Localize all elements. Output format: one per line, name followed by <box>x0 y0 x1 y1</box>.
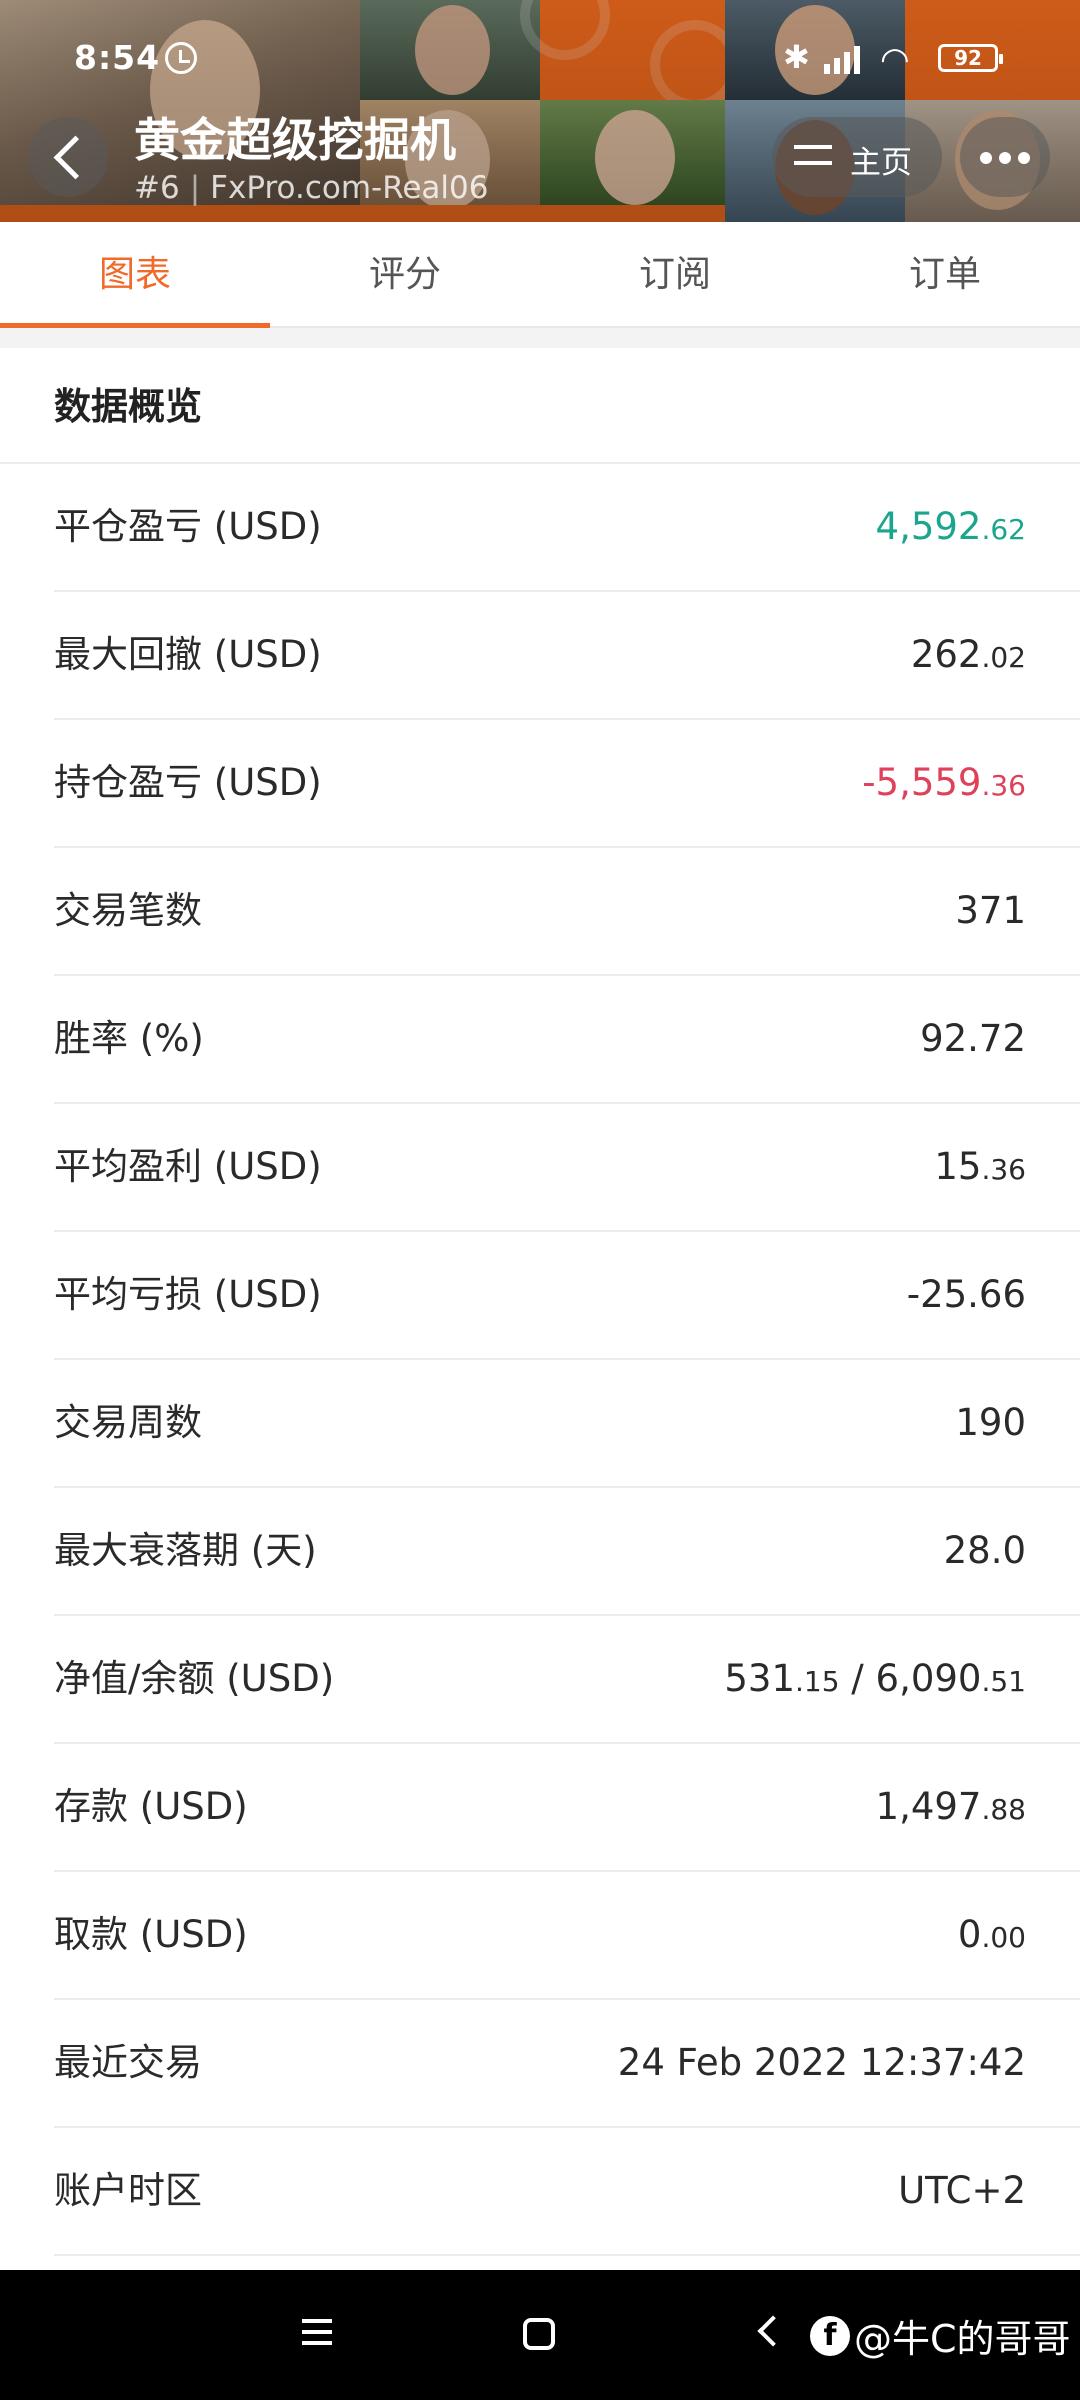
data-row: 存款 (USD) 1,497.88 <box>54 1744 1080 1872</box>
account-text: FxPro.com-Real06 <box>210 170 489 206</box>
row-label: 交易周数 <box>54 1401 202 1444</box>
row-value: 531.15 / 6,090.51 <box>724 1616 1026 1745</box>
row-value-part: .88 <box>981 1793 1026 1826</box>
row-value: 92.72 <box>920 976 1026 1102</box>
data-row: 净值/余额 (USD) 531.15 / 6,090.51 <box>54 1616 1080 1744</box>
data-row: 平均盈利 (USD) 15.36 <box>54 1104 1080 1232</box>
row-value-part: 190 <box>955 1401 1026 1444</box>
battery-icon: 92 <box>938 44 1003 72</box>
data-row: 取款 (USD) 0.00 <box>54 1872 1080 2000</box>
data-row: 持仓盈亏 (USD) -5,559.36 <box>54 720 1080 848</box>
row-value-part: .36 <box>981 769 1026 802</box>
swap-icon <box>794 141 832 171</box>
row-value-part: / 6,090 <box>839 1657 982 1700</box>
row-value: 4,592.62 <box>876 464 1026 593</box>
row-value-part: 92.72 <box>920 1017 1026 1060</box>
data-row: 平均亏损 (USD) -25.66 <box>54 1232 1080 1360</box>
watermark: f @牛C的哥哥 <box>810 2308 1071 2362</box>
row-value: 371 <box>955 848 1026 974</box>
page-title: 黄金超级挖掘机 <box>134 113 456 167</box>
row-label: 净值/余额 (USD) <box>54 1657 335 1700</box>
row-label: 平均盈利 (USD) <box>54 1145 322 1188</box>
header-banner: 8:54 ✱ ◠ 92 黄金超级挖掘机 #6 | FxPro.com-Real06 … <box>0 0 1080 222</box>
row-value-part: 4,592 <box>875 505 982 548</box>
row-label: 存款 (USD) <box>54 1785 248 1828</box>
data-row: 交易周数 190 <box>54 1360 1080 1488</box>
row-value-part: 0 <box>957 1913 982 1956</box>
tab-bar: 图表 评分 订阅 订单 <box>0 222 1080 328</box>
row-label: 交易笔数 <box>54 889 202 932</box>
alarm-icon <box>165 42 197 74</box>
home-button-label: 主页 <box>850 145 912 181</box>
row-value-part: 371 <box>955 889 1026 932</box>
more-button[interactable] <box>960 117 1050 197</box>
row-label: 胜率 (%) <box>54 1017 204 1060</box>
menu-icon[interactable] <box>302 2319 332 2345</box>
data-row: 最大回撤 (USD) 262.02 <box>54 592 1080 720</box>
row-label: 持仓盈亏 (USD) <box>54 761 322 804</box>
row-value-part: .51 <box>981 1665 1026 1698</box>
row-value: 0.00 <box>958 1872 1026 2001</box>
rank-text: #6 <box>134 170 180 206</box>
row-value-part: .00 <box>981 1921 1026 1954</box>
back-nav-icon[interactable] <box>757 2315 789 2347</box>
row-value-part: -25.66 <box>906 1273 1026 1316</box>
row-value-part: 28.0 <box>943 1529 1026 1572</box>
row-label: 平仓盈亏 (USD) <box>54 505 322 548</box>
row-value: 24 Feb 2022 12:37:42 <box>618 2000 1026 2126</box>
system-nav-bar: f @牛C的哥哥 <box>0 2270 1080 2400</box>
more-icon-dot <box>999 152 1011 164</box>
section-title: 数据概览 <box>54 385 202 428</box>
home-icon[interactable] <box>523 2318 555 2350</box>
more-icon-dot <box>1018 152 1030 164</box>
data-row: 平仓盈亏 (USD) 4,592.62 <box>54 464 1080 592</box>
watermark-text: @牛C的哥哥 <box>854 2317 1071 2361</box>
section-gap <box>0 328 1080 348</box>
row-value-part: .02 <box>981 641 1026 674</box>
home-button[interactable]: 主页 <box>772 117 942 197</box>
row-label: 取款 (USD) <box>54 1913 248 1956</box>
row-value-part: -5,559 <box>862 761 982 804</box>
row-label: 平均亏损 (USD) <box>54 1273 322 1316</box>
row-value: -5,559.36 <box>862 720 1026 849</box>
more-icon <box>980 152 992 164</box>
row-value-part: 531 <box>724 1657 796 1700</box>
wifi-icon: ◠ <box>880 40 910 80</box>
data-row: 最大衰落期 (天) 28.0 <box>54 1488 1080 1616</box>
bluetooth-icon: ✱ <box>783 38 810 76</box>
row-value: 15.36 <box>934 1104 1026 1233</box>
data-row: 最近交易 24 Feb 2022 12:37:42 <box>54 2000 1080 2128</box>
row-label: 最近交易 <box>54 2041 202 2084</box>
data-row: 交易笔数 371 <box>54 848 1080 976</box>
row-value: 262.02 <box>911 592 1026 721</box>
tab-chart[interactable]: 图表 <box>0 222 270 328</box>
tab-subscribe[interactable]: 订阅 <box>540 222 810 328</box>
row-label: 最大衰落期 (天) <box>54 1529 317 1572</box>
status-bar: 8:54 ✱ ◠ 92 <box>0 28 1080 88</box>
account-subtitle: #6 | FxPro.com-Real06 <box>134 170 489 206</box>
row-value-part: .62 <box>981 513 1026 546</box>
row-label: 账户时区 <box>54 2169 202 2212</box>
data-row: 账户时区 UTC+2 <box>54 2128 1080 2256</box>
row-value: 1,497.88 <box>876 1744 1026 1873</box>
data-row: 胜率 (%) 92.72 <box>54 976 1080 1104</box>
row-value: -25.66 <box>907 1232 1026 1358</box>
status-time: 8:54 <box>74 38 161 77</box>
row-value: 28.0 <box>944 1488 1026 1614</box>
row-value-part: 15 <box>934 1145 982 1188</box>
tab-orders[interactable]: 订单 <box>810 222 1080 328</box>
row-value-part: .15 <box>795 1665 840 1698</box>
back-button[interactable] <box>28 117 108 197</box>
signal-icon <box>820 42 866 74</box>
row-value-part: UTC+2 <box>898 2169 1026 2212</box>
row-value: 190 <box>955 1360 1026 1486</box>
row-label: 最大回撤 (USD) <box>54 633 322 676</box>
watermark-logo-icon: f <box>810 2315 850 2356</box>
row-value-part: 262 <box>910 633 982 676</box>
row-value-part: 24 Feb 2022 12:37:42 <box>617 2041 1026 2084</box>
row-value: UTC+2 <box>898 2128 1026 2254</box>
tab-rating[interactable]: 评分 <box>270 222 540 328</box>
row-value-part: 1,497 <box>875 1785 982 1828</box>
row-value-part: .36 <box>981 1153 1026 1186</box>
